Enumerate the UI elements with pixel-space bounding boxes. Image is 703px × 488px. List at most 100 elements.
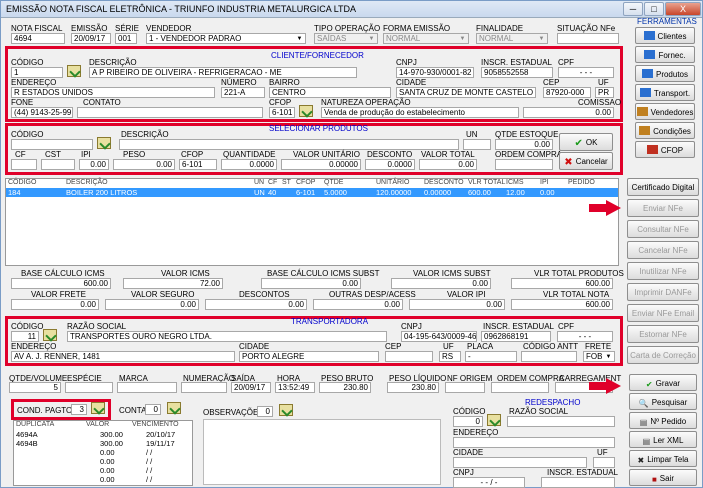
especie-field[interactable] [65, 382, 113, 393]
cliente-bairro-field[interactable]: CENTRO [269, 87, 391, 98]
pesquisar-button[interactable]: 🔍 Pesquisar [629, 393, 697, 410]
redespacho-razao-field[interactable] [507, 416, 615, 427]
nfe-certificado-digital-button[interactable]: Certificado Digital [627, 178, 699, 196]
placa-field[interactable]: - [465, 351, 517, 362]
minimize-button[interactable]: ─ [623, 2, 643, 16]
tool-cfop-button[interactable]: CFOP [635, 141, 695, 158]
cliente-endereco-field[interactable]: R ESTADOS UNIDOS [11, 87, 215, 98]
serie-field[interactable]: 001 [115, 33, 137, 44]
nfe-consultar-nfe-button[interactable]: Consultar NFe [627, 220, 699, 238]
cond-pagto-field[interactable]: 3 [71, 404, 87, 415]
transp-codigo-field[interactable]: 11 [11, 331, 39, 342]
search-conta-icon[interactable] [167, 402, 181, 414]
table-row[interactable]: 0.00 / / [14, 457, 192, 466]
nfe-estornar-nfe-button[interactable]: Estornar NFe [627, 325, 699, 343]
nfe-cancelar-nfe-button[interactable]: Cancelar NFe [627, 241, 699, 259]
search-redespacho-icon[interactable] [487, 414, 501, 426]
descontos-field[interactable]: 0.00 [205, 299, 307, 310]
cliente-contato-field[interactable] [77, 107, 263, 118]
ipi-field[interactable]: 0.00 [79, 159, 109, 170]
redespacho-uf-field[interactable] [593, 457, 615, 468]
vol-ordem-compra-field[interactable] [491, 382, 549, 393]
cliente-numero-field[interactable]: 221-A [221, 87, 265, 98]
quantidade-field[interactable]: 0.0000 [221, 159, 277, 170]
itens-grid[interactable]: CÓDIGO DESCRIÇÃO UN CF ST CFOP QTDE UNITÁRIO DES… [5, 178, 619, 266]
produto-codigo-field[interactable] [11, 139, 93, 150]
peso-bruto-field[interactable]: 230.80 [319, 382, 371, 393]
cliente-cpf-field[interactable]: - - - [558, 67, 614, 78]
redespacho-endereco-field[interactable] [453, 437, 615, 448]
search-cliente-icon[interactable] [67, 65, 81, 77]
antt-field[interactable] [521, 351, 577, 362]
nf-origem-field[interactable] [445, 382, 485, 393]
numeracao-field[interactable] [181, 382, 227, 393]
limpar-tela-button[interactable]: ✖ Limpar Tela [629, 450, 697, 467]
vendedor-select[interactable]: 1 - VENDEDOR PADRAO ▼ [146, 33, 306, 44]
cliente-descricao-field[interactable]: A P RIBEIRO DE OLIVEIRA - REFRIGERACAO -… [89, 67, 357, 78]
sair-button[interactable]: ■ Sair [629, 469, 697, 486]
peso-field[interactable]: 0.00 [113, 159, 175, 170]
table-row[interactable]: 0.00 / / [14, 448, 192, 457]
cliente-cnpj-field[interactable]: 14-970-930/0001-82 [396, 67, 474, 78]
table-row[interactable]: 0.00 / / [14, 475, 192, 484]
frete-field[interactable]: 0.00 [11, 299, 99, 310]
transp-endereco-field[interactable]: AV A. J. RENNER, 1481 [11, 351, 235, 362]
conta-field[interactable]: 0 [145, 404, 161, 415]
cliente-cep-field[interactable]: 87920-000 [543, 87, 591, 98]
cf-field[interactable] [11, 159, 37, 170]
hora-field[interactable]: 13:52:49 [275, 382, 315, 393]
nfe-enviar-nfe-email-button[interactable]: Enviar NFe Email [627, 304, 699, 322]
redespacho-cnpj-field[interactable]: - - / - [453, 477, 525, 488]
seguro-field[interactable]: 0.00 [105, 299, 199, 310]
nfe-carta-de-corre-o-button[interactable]: Carta de Correção [627, 346, 699, 364]
nota-fiscal-field[interactable]: 4694 [11, 33, 65, 44]
finalidade-select[interactable]: NORMAL ▼ [476, 33, 548, 44]
frete-tipo-select[interactable]: FOB ▼ [583, 351, 615, 362]
cliente-uf-field[interactable]: PR [595, 87, 614, 98]
redespacho-ie-field[interactable] [541, 477, 615, 488]
tool-condi-es-button[interactable]: Condições [635, 122, 695, 139]
qtde-volume-field[interactable]: 5 [9, 382, 61, 393]
peso-liquido-field[interactable]: 230.80 [387, 382, 439, 393]
transp-cpf-field[interactable]: - - - [557, 331, 613, 342]
table-row[interactable]: 184 BOILER 200 LITROS UN 40 6-101 5.0000 120.0… [6, 188, 618, 197]
cancelar-button[interactable]: ✖ Cancelar [559, 152, 613, 170]
transp-uf-field[interactable]: RS [439, 351, 461, 362]
marca-field[interactable] [117, 382, 177, 393]
produto-cfop-field[interactable]: 6-101 [179, 159, 217, 170]
cst-field[interactable] [41, 159, 75, 170]
transp-razao-field[interactable]: TRANSPORTES OURO NEGRO LTDA. [67, 331, 387, 342]
table-row[interactable]: 0.00 / / [14, 466, 192, 475]
table-row[interactable]: 4694A 300.00 20/10/17 [14, 430, 192, 439]
tool-produtos-button[interactable]: Produtos [635, 65, 695, 82]
cliente-cidade-field[interactable]: SANTA CRUZ DE MONTE CASTELO [396, 87, 536, 98]
transp-cnpj-field[interactable]: 04-195-643/0009-46 [401, 331, 477, 342]
transp-cep-field[interactable] [385, 351, 433, 362]
close-button[interactable]: X [665, 2, 701, 16]
cliente-fone-field[interactable]: (44) 9143-25-99 [11, 107, 73, 118]
tool-clientes-button[interactable]: Clientes [635, 27, 695, 44]
duplicatas-grid[interactable]: DUPLICATA VALOR VENCIMENTO 4694A 300.00 20/1… [13, 420, 193, 486]
ordem-compra-field[interactable] [495, 159, 553, 170]
ok-button[interactable]: ✔ OK [559, 133, 613, 151]
forma-emissao-select[interactable]: NORMAL ▼ [383, 33, 469, 44]
transp-ie-field[interactable]: 0962868191 [481, 331, 551, 342]
observacoes-textarea[interactable] [203, 419, 441, 485]
search-transportadora-icon[interactable] [43, 329, 57, 341]
saida-field[interactable]: 20/09/17 [231, 382, 271, 393]
redespacho-codigo-field[interactable]: 0 [453, 416, 483, 427]
produto-un-field[interactable] [463, 139, 491, 150]
search-cond-pagto-icon[interactable] [91, 402, 105, 414]
tool-transport--button[interactable]: Transport. [635, 84, 695, 101]
n-pedido-button[interactable]: ▤ Nº Pedido [629, 412, 697, 429]
natureza-field[interactable]: Venda de produção do estabelecimento [321, 107, 519, 118]
transp-cidade-field[interactable]: PORTO ALEGRE [239, 351, 379, 362]
outras-field[interactable]: 0.00 [313, 299, 403, 310]
emissao-field[interactable]: 20/09/17 [71, 33, 111, 44]
nfe-enviar-nfe-button[interactable]: Enviar NFe [627, 199, 699, 217]
produto-descricao-field[interactable] [119, 139, 459, 150]
tool-fornec--button[interactable]: Fornec. [635, 46, 695, 63]
table-row[interactable]: 4694B 300.00 19/11/17 [14, 439, 192, 448]
tool-vendedores-button[interactable]: Vendedores [635, 103, 695, 120]
valor-unitario-field[interactable]: 0.00000 [281, 159, 361, 170]
